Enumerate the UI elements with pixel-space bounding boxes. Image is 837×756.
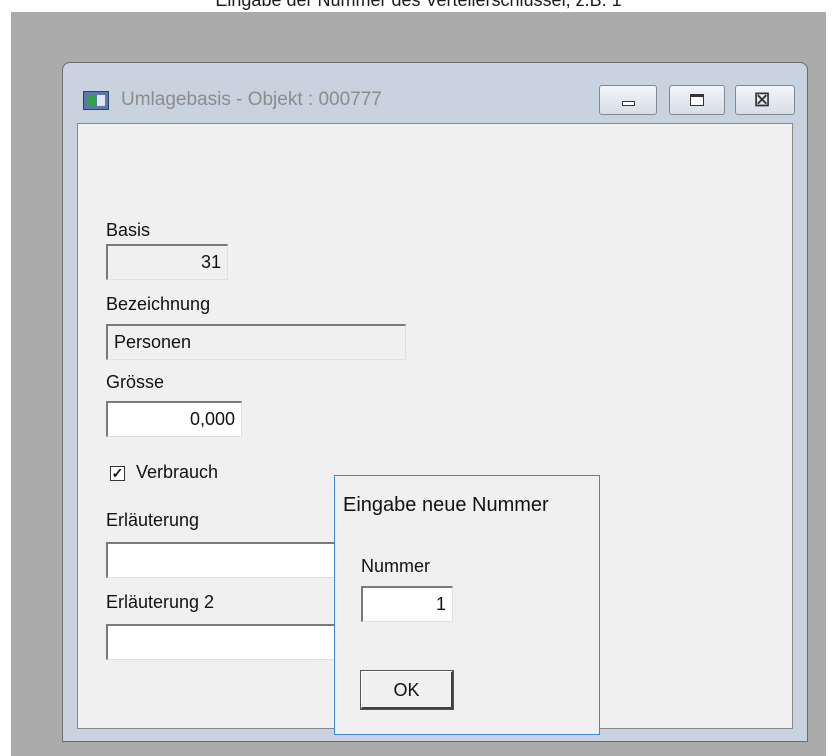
checkmark-icon: ✓ <box>111 465 124 481</box>
close-button[interactable]: ☒ <box>735 85 795 115</box>
eingabe-dialog: Eingabe neue Nummer Nummer 1 OK <box>334 475 600 735</box>
minimize-button[interactable] <box>599 85 657 115</box>
title-bar[interactable]: Umlagebasis - Objekt : 000777 ☒ <box>63 63 807 123</box>
window-title: Umlagebasis - Objekt : 000777 <box>121 89 382 110</box>
erlaeuterung-field[interactable] <box>106 542 346 578</box>
bezeichnung-label: Bezeichnung <box>106 294 211 314</box>
erlaeuterung2-label: Erläuterung 2 <box>106 592 215 612</box>
close-icon: ☒ <box>754 90 771 110</box>
basis-field[interactable]: 31 <box>106 244 228 280</box>
page-caption: Eingabe der Nummer des Verteilerschlüsse… <box>215 0 622 10</box>
basis-label: Basis <box>106 220 151 240</box>
maximize-button[interactable] <box>669 85 725 115</box>
left-margin <box>0 12 11 756</box>
erlaeuterung2-field[interactable] <box>106 624 346 660</box>
nummer-input[interactable]: 1 <box>361 586 453 622</box>
verbrauch-checkbox[interactable]: ✓ <box>110 466 125 481</box>
verbrauch-label[interactable]: Verbrauch <box>136 462 218 483</box>
erlaeuterung-label: Erläuterung <box>106 510 200 530</box>
right-margin <box>826 12 837 756</box>
bezeichnung-field[interactable]: Personen <box>106 324 406 360</box>
dialog-title: Eingabe neue Nummer <box>343 494 549 516</box>
window-app-icon[interactable] <box>83 91 109 110</box>
nummer-label: Nummer <box>361 556 431 576</box>
groesse-label: Grösse <box>106 372 165 392</box>
groesse-field[interactable]: 0,000 <box>106 401 242 437</box>
maximize-icon <box>690 94 704 106</box>
caption-band: Eingabe der Nummer des Verteilerschlüsse… <box>0 0 837 12</box>
minimize-icon <box>622 101 635 106</box>
ok-button[interactable]: OK <box>360 670 454 710</box>
